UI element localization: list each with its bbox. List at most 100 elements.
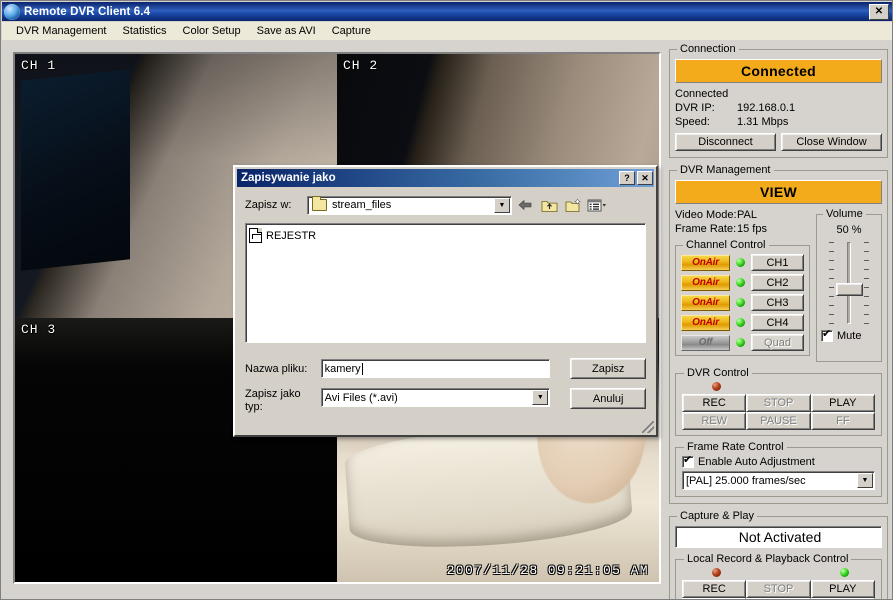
menu-item-statistics[interactable]: Statistics [115, 24, 175, 38]
slider-thumb[interactable] [836, 283, 863, 296]
capture-status-banner: Not Activated [675, 526, 882, 548]
channel-row-ch2: OnAir CH2 [681, 274, 804, 291]
local-rec-button[interactable]: REC [682, 580, 747, 598]
dvr-record-led [712, 382, 721, 391]
dvr-transport-buttons: REC STOP PLAY REW PAUSE FF [682, 394, 875, 430]
onair-indicator-ch4[interactable]: OnAir [681, 314, 730, 331]
app-globe-icon [4, 3, 20, 20]
dvr-rew-button[interactable]: REW [682, 412, 747, 430]
auto-adjust-label: Enable Auto Adjustment [698, 456, 815, 468]
save-button[interactable]: Zapisz [570, 358, 646, 379]
view-menu-icon[interactable] [586, 195, 608, 215]
status-led-ch2 [736, 278, 745, 287]
video-timestamp: 2007/11/28 09:21:05 AM [446, 563, 649, 578]
mute-checkbox[interactable] [821, 328, 833, 342]
dvr-management-legend: DVR Management [680, 164, 771, 176]
local-play-button[interactable]: PLAY [810, 580, 875, 598]
disconnect-button[interactable]: Disconnect [675, 133, 776, 151]
menu-item-save-as-avi[interactable]: Save as AVI [249, 24, 324, 38]
onair-indicator-ch2[interactable]: OnAir [681, 274, 730, 291]
frame-rate-row: Frame Rate:15 fps [675, 222, 810, 236]
video-mode-value: PAL [737, 209, 757, 221]
window-title: Remote DVR Client 6.4 [24, 5, 151, 18]
speed-value: 1.31 Mbps [737, 116, 789, 128]
connection-group: Connection Connected Connected DVR IP: 19… [669, 43, 888, 158]
channel-button-ch1[interactable]: CH1 [751, 254, 804, 271]
dvr-control-group: DVR Control REC STOP PLAY REW PAUSE FF [675, 367, 882, 436]
up-folder-icon[interactable] [538, 195, 560, 215]
dvr-ip-value: 192.168.0.1 [737, 102, 796, 114]
frame-rate-value: 15 fps [737, 223, 767, 235]
dvr-pause-button[interactable]: PAUSE [746, 412, 811, 430]
frame-rate-control-group: Frame Rate Control Enable Auto Adjustmen… [675, 441, 882, 497]
status-led-quad [736, 338, 745, 347]
local-play-led [840, 568, 849, 577]
title-bar: Remote DVR Client 6.4 ✕ [2, 2, 892, 21]
frame-rate-control-legend: Frame Rate Control [687, 441, 784, 453]
dvr-play-button[interactable]: PLAY [810, 394, 875, 412]
volume-percent: 50 % [836, 224, 862, 236]
auto-adjust-row[interactable]: Enable Auto Adjustment [682, 454, 875, 468]
application-window: Remote DVR Client 6.4 ✕ DVR Management S… [0, 0, 893, 600]
channel-control-legend: Channel Control [686, 239, 766, 251]
menu-item-color-setup[interactable]: Color Setup [175, 24, 249, 38]
close-window-action-button[interactable]: Close Window [781, 133, 882, 151]
save-in-value: stream_files [332, 199, 392, 211]
channel-button-ch2[interactable]: CH2 [751, 274, 804, 291]
dialog-title: Zapisywanie jako [241, 172, 336, 184]
local-led-row [682, 567, 875, 578]
resize-gripper[interactable] [642, 421, 654, 433]
channel-button-quad[interactable]: Quad [751, 334, 804, 351]
cancel-button[interactable]: Anuluj [570, 388, 646, 409]
save-in-dropdown[interactable]: stream_files ▼ [307, 195, 512, 215]
dialog-help-button[interactable]: ? [619, 171, 635, 185]
file-name-value: kamery [324, 362, 361, 375]
chevron-down-icon[interactable]: ▼ [532, 390, 549, 405]
new-folder-icon[interactable] [562, 195, 584, 215]
frame-rate-dropdown-value: [PAL] 25.000 frames/sec [686, 474, 806, 487]
chevron-down-icon[interactable]: ▼ [494, 197, 510, 213]
dialog-close-button[interactable]: ✕ [637, 171, 653, 185]
video-mode-row: Video Mode:PAL [675, 208, 810, 222]
onair-indicator-ch3[interactable]: OnAir [681, 294, 730, 311]
file-name-row: Nazwa pliku: kamery Zapisz [235, 358, 656, 379]
channel-control-group: Channel Control OnAir CH1 OnAir CH2 OnAi… [675, 239, 810, 356]
connection-buttons: Disconnect Close Window [675, 133, 882, 151]
local-record-group: Local Record & Playback Control REC STOP… [675, 553, 882, 599]
file-name-label: Nazwa pliku: [245, 362, 308, 375]
off-indicator-quad[interactable]: Off [681, 334, 730, 351]
view-banner: VIEW [675, 180, 882, 204]
mute-checkbox-row[interactable]: Mute [821, 328, 877, 342]
speed-label: Speed: [675, 116, 710, 128]
connection-legend: Connection [680, 43, 736, 55]
save-as-dialog: Zapisywanie jako ? ✕ Zapisz w: stream_fi… [233, 165, 658, 437]
dvr-rec-button[interactable]: REC [682, 394, 747, 412]
file-type-dropdown[interactable]: Avi Files (*.avi) ▼ [320, 388, 551, 407]
video-label-ch3: CH 3 [21, 322, 57, 337]
video-label-ch2: CH 2 [343, 58, 379, 73]
channel-button-ch3[interactable]: CH3 [751, 294, 804, 311]
menu-item-capture[interactable]: Capture [324, 24, 379, 38]
volume-slider[interactable] [821, 240, 877, 326]
dvr-ip-row: DVR IP: 192.168.0.1 [675, 101, 882, 115]
mute-label: Mute [837, 330, 862, 342]
capture-play-legend: Capture & Play [680, 510, 754, 522]
menu-item-dvr-management[interactable]: DVR Management [8, 24, 115, 38]
channel-button-ch4[interactable]: CH4 [751, 314, 804, 331]
dvr-stop-button[interactable]: STOP [746, 394, 811, 412]
frame-rate-dropdown[interactable]: [PAL] 25.000 frames/sec ▼ [682, 471, 875, 490]
status-led-ch1 [736, 258, 745, 267]
video-mode-label: Video Mode: [675, 209, 737, 221]
auto-adjust-checkbox[interactable] [682, 454, 694, 468]
file-name-input[interactable]: kamery [320, 359, 551, 378]
local-transport-buttons: REC STOP PLAY REW PAUSE FF [682, 580, 875, 599]
file-type-label: Zapisz jako typ: [245, 388, 301, 413]
file-list[interactable]: REJESTR [245, 223, 646, 343]
close-window-button[interactable]: ✕ [869, 3, 889, 20]
onair-indicator-ch1[interactable]: OnAir [681, 254, 730, 271]
chevron-down-icon[interactable]: ▼ [857, 473, 873, 488]
back-arrow-icon[interactable] [514, 195, 536, 215]
dvr-ff-button[interactable]: FF [810, 412, 875, 430]
local-stop-button[interactable]: STOP [746, 580, 811, 598]
list-item[interactable]: REJESTR [249, 228, 642, 243]
